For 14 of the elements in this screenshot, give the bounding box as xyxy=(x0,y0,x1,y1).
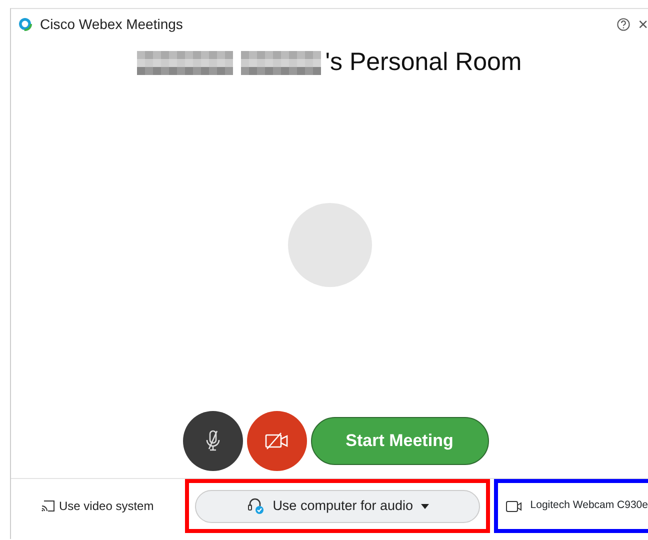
cast-icon xyxy=(41,500,55,512)
use-video-system-link[interactable]: Use video system xyxy=(59,497,154,515)
headset-icon xyxy=(246,497,265,515)
webex-logo-icon xyxy=(18,17,32,31)
video-camera-icon xyxy=(264,432,288,450)
camera-icon xyxy=(506,500,522,512)
caret-icon xyxy=(421,504,430,508)
window-title: Cisco Webex Meetings xyxy=(40,14,183,34)
personal-room-title: 's Personal Room xyxy=(325,47,522,78)
camera-dropdown[interactable]: Logitech Webcam C930e xyxy=(530,498,648,514)
close-button[interactable]: × xyxy=(638,16,648,32)
microphone-icon xyxy=(204,428,222,452)
audio-dropdown[interactable]: Use computer for audio xyxy=(195,490,480,522)
help-icon[interactable] xyxy=(617,18,630,30)
